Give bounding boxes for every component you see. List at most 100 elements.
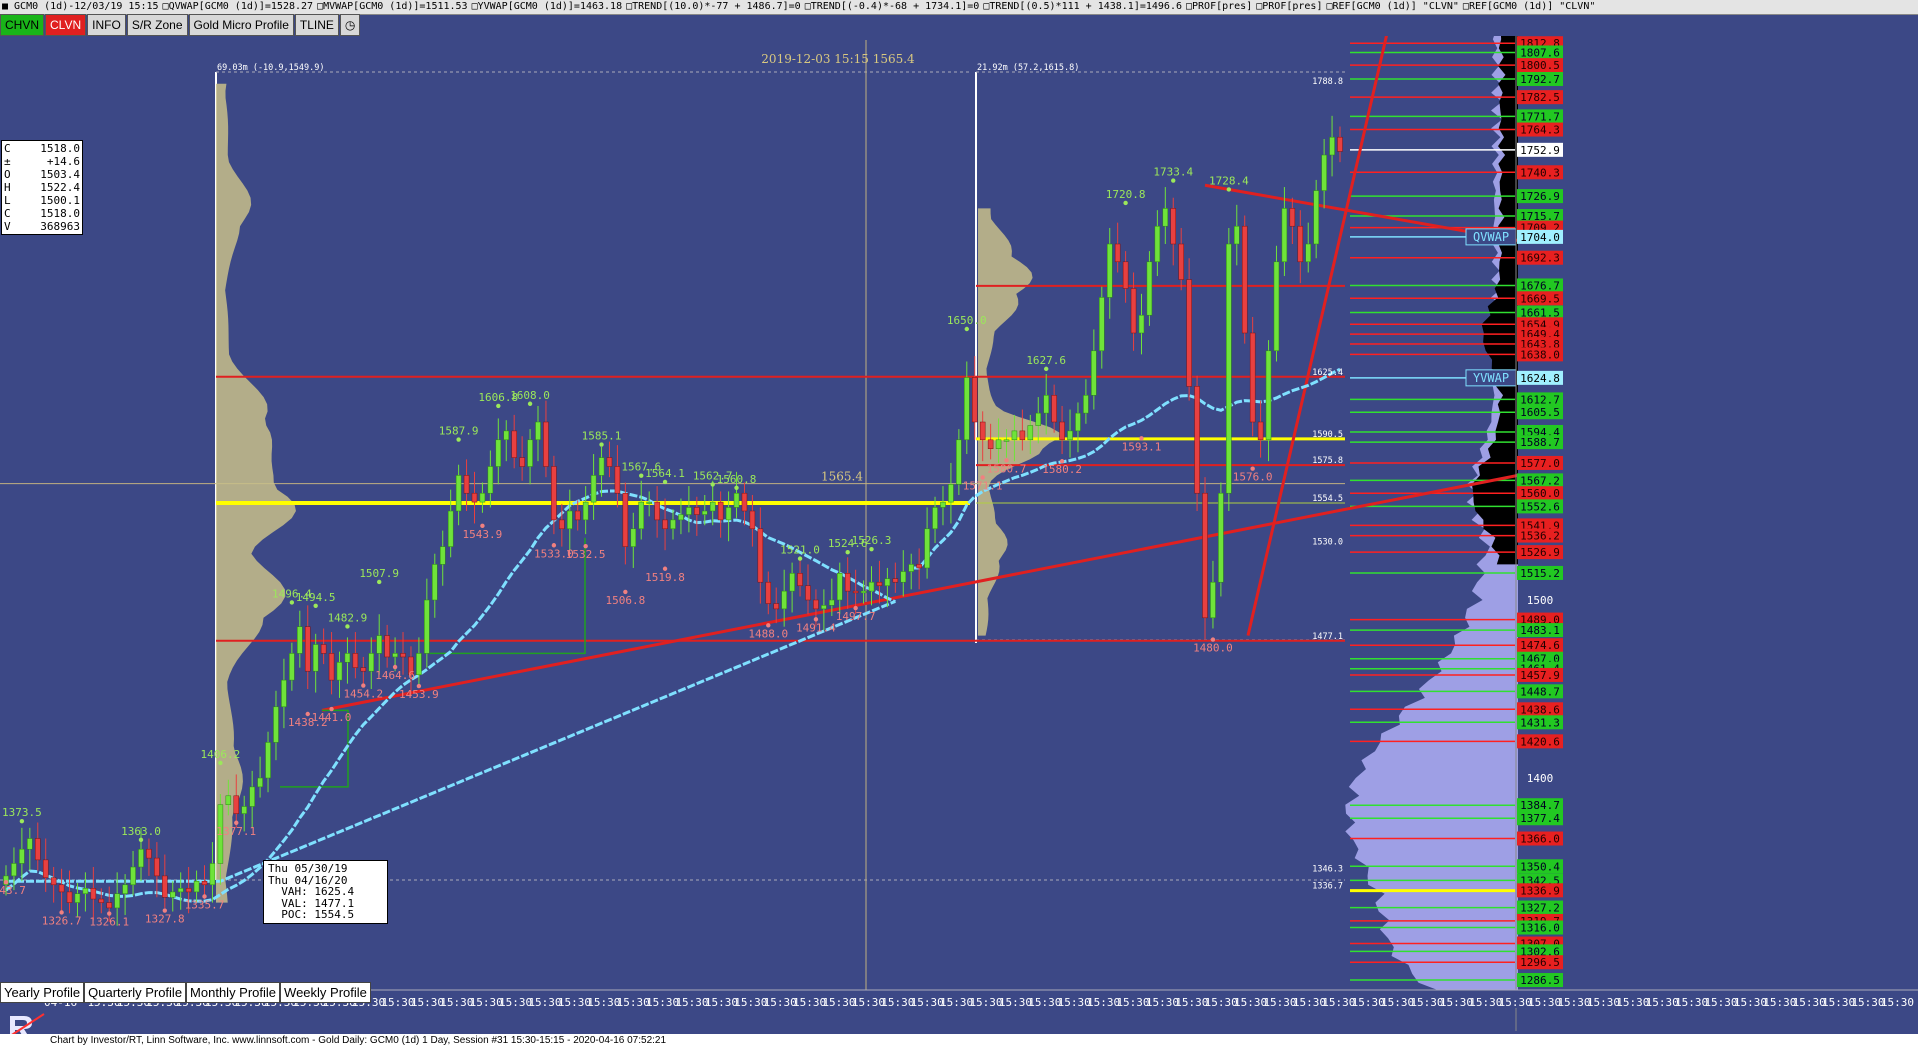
candle-body bbox=[630, 528, 637, 547]
candle-body bbox=[1329, 136, 1335, 156]
swing-marker bbox=[377, 579, 382, 585]
candle-body bbox=[813, 599, 819, 610]
candle-body bbox=[1178, 243, 1184, 280]
swing-label: 1480.0 bbox=[1193, 642, 1233, 655]
profile-level-label: 1346.3 bbox=[1312, 865, 1343, 875]
candle-body bbox=[765, 581, 772, 604]
candle-body bbox=[1138, 314, 1145, 334]
candle-body bbox=[1289, 208, 1296, 227]
price-axis-label: 1474.6 bbox=[1520, 639, 1560, 652]
candle-body bbox=[797, 573, 803, 587]
swing-marker bbox=[1226, 187, 1232, 192]
info-row: L 1500.1 bbox=[4, 194, 80, 207]
candle bbox=[1194, 375, 1200, 511]
x-tick-label: 15:30 bbox=[1616, 996, 1649, 1009]
candle-body bbox=[924, 528, 930, 569]
tline-button[interactable]: TLINE bbox=[294, 14, 339, 36]
swing-label: 1733.4 bbox=[1153, 166, 1193, 179]
candle-body bbox=[130, 866, 136, 886]
tab-monthly-profile[interactable]: Monthly Profile bbox=[186, 982, 281, 1003]
swing-label: 1507.9 bbox=[359, 567, 399, 580]
tab-yearly-profile[interactable]: Yearly Profile bbox=[0, 982, 85, 1003]
swing-marker bbox=[734, 485, 739, 490]
candle-body bbox=[971, 377, 978, 423]
candle-body bbox=[551, 466, 557, 521]
indicator-legend-item: □QVWAP[GCM0 (1d)]=1528.27 bbox=[162, 1, 314, 12]
profile-level-label: 1554.5 bbox=[1312, 494, 1343, 504]
x-tick-label: 15:30 bbox=[1058, 996, 1091, 1009]
candle-body bbox=[1202, 492, 1208, 619]
x-tick-label: 15:30 bbox=[705, 996, 738, 1009]
candle-body bbox=[201, 880, 208, 886]
candle-body bbox=[662, 519, 668, 530]
candle-body bbox=[717, 501, 724, 521]
info-row: C 1518.0 bbox=[4, 207, 80, 220]
x-tick-label: 15:30 bbox=[1175, 996, 1208, 1009]
candle-body bbox=[900, 571, 907, 583]
swing-marker bbox=[845, 550, 850, 555]
indicator-legend-item: □TREND[(0.5)*111 + 1438.1]=1496.6 bbox=[983, 1, 1182, 12]
info-button[interactable]: INFO bbox=[87, 14, 126, 36]
swing-marker bbox=[710, 482, 715, 487]
cursor-price-label: 1565.4 bbox=[821, 470, 863, 484]
candle-body bbox=[162, 875, 168, 898]
price-axis-label: 1612.7 bbox=[1520, 393, 1560, 406]
gold-micro-profile-button[interactable]: Gold Micro Profile bbox=[188, 14, 294, 36]
clvn-button[interactable]: CLVN bbox=[45, 14, 87, 36]
candle-body bbox=[177, 888, 184, 893]
x-tick-label: 15:30 bbox=[1028, 996, 1061, 1009]
x-tick-label: 15:30 bbox=[1793, 996, 1826, 1009]
sr-zone-button[interactable]: S/R Zone bbox=[126, 14, 188, 36]
x-tick-label: 15:30 bbox=[1734, 996, 1767, 1009]
candle-body bbox=[424, 599, 430, 654]
candle-body bbox=[1146, 261, 1153, 316]
candle-body bbox=[352, 653, 359, 668]
swing-label: 1377.1 bbox=[216, 825, 256, 838]
price-axis-label: 1624.8 bbox=[1520, 372, 1560, 385]
price-axis-label: 1792.7 bbox=[1520, 73, 1560, 86]
chvn-button[interactable]: CHVN bbox=[0, 14, 45, 36]
swing-label: 1720.8 bbox=[1106, 188, 1146, 201]
x-tick-label: 15:30 bbox=[587, 996, 620, 1009]
x-tick-label: 15:30 bbox=[528, 996, 561, 1009]
swing-label: 1587.9 bbox=[439, 425, 479, 438]
tab-weekly-profile[interactable]: Weekly Profile bbox=[280, 982, 371, 1003]
candle-body bbox=[964, 377, 970, 441]
x-tick-label: 15:30 bbox=[1646, 996, 1679, 1009]
x-tick-label: 15:30 bbox=[617, 996, 650, 1009]
price-axis-label: 1431.3 bbox=[1520, 716, 1560, 729]
y-tick-label: 1500 bbox=[1527, 594, 1554, 607]
candle-body bbox=[1122, 261, 1129, 289]
candle-body bbox=[1130, 288, 1137, 334]
indicator-legend-item: □REF[GCM0 (1d)] "CLVN" bbox=[1326, 1, 1459, 12]
swing-label: 1532.5 bbox=[566, 548, 606, 561]
candle-body bbox=[400, 653, 406, 658]
price-axis-label: 1377.4 bbox=[1520, 812, 1560, 825]
candle-body bbox=[694, 507, 700, 515]
indicator-legend-item: □TREND[(-0.4)*-68 + 1734.1]=0 bbox=[804, 1, 980, 12]
swing-label: 1441.0 bbox=[312, 711, 352, 724]
candle bbox=[1249, 316, 1256, 437]
x-tick-label: 15:30 bbox=[940, 996, 973, 1009]
swing-label: 1491.4 bbox=[796, 621, 836, 634]
swing-label: 1326.7 bbox=[42, 914, 82, 927]
candle-body bbox=[392, 653, 398, 658]
price-axis-label: 1296.5 bbox=[1520, 956, 1560, 969]
x-tick-label: 15:30 bbox=[1763, 996, 1796, 1009]
x-tick-label: 15:30 bbox=[1381, 996, 1414, 1009]
price-axis-label: 1552.6 bbox=[1520, 500, 1560, 513]
candle-body bbox=[511, 430, 517, 458]
candle-body bbox=[821, 605, 827, 610]
candle-body bbox=[50, 877, 57, 886]
x-tick-label: 15:30 bbox=[470, 996, 503, 1009]
price-axis-label: 1350.4 bbox=[1520, 860, 1560, 873]
candle-body bbox=[368, 653, 375, 672]
candle-body bbox=[702, 510, 708, 515]
candle-body bbox=[987, 439, 994, 449]
tab-quarterly-profile[interactable]: Quarterly Profile bbox=[84, 982, 187, 1003]
clock-icon[interactable]: ◷ bbox=[339, 14, 361, 36]
candle-body bbox=[344, 653, 351, 663]
info-row: C 1518.0 bbox=[4, 142, 80, 155]
price-axis-label: 1448.7 bbox=[1520, 685, 1560, 698]
candle-body bbox=[646, 501, 652, 504]
